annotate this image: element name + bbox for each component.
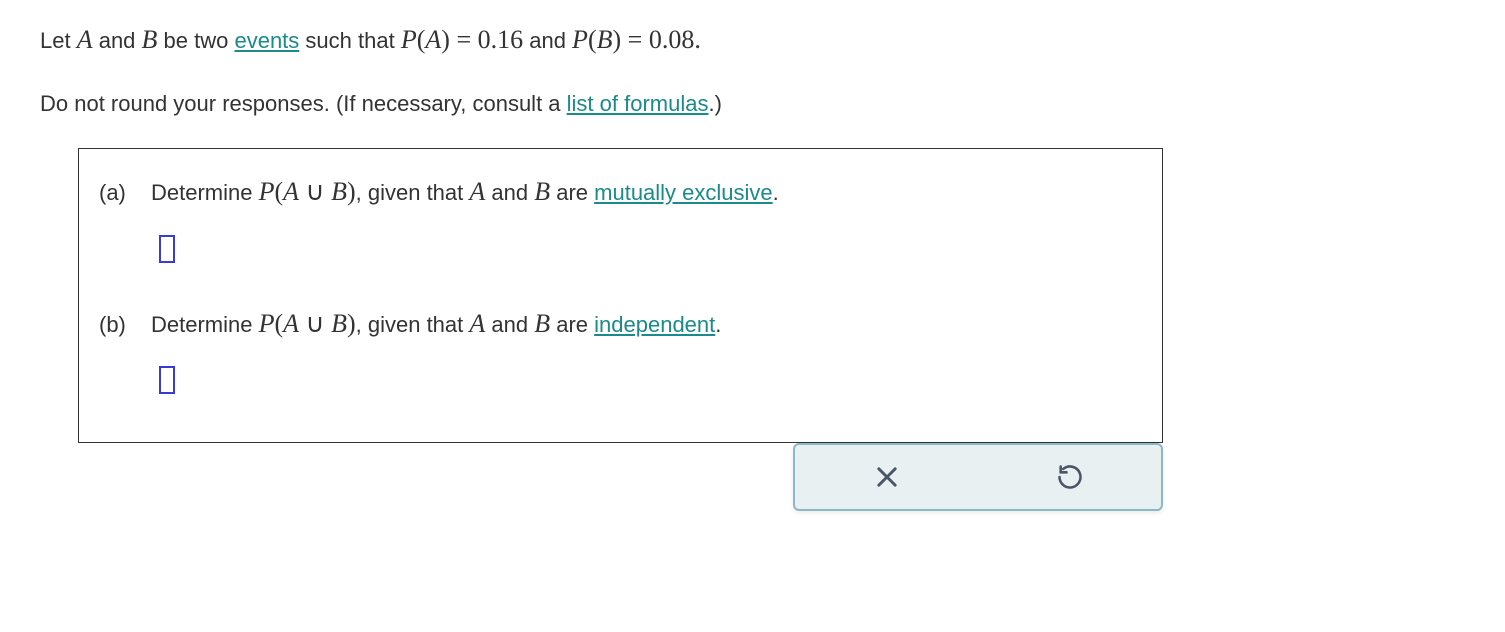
intro-mid3: such that <box>299 28 401 53</box>
part-a-mid: , given that <box>356 180 470 205</box>
pa-close: ) <box>441 25 450 54</box>
instruction-text2: .) <box>708 91 721 116</box>
pb-func: P <box>572 25 588 54</box>
part-b-a2: A <box>469 309 485 338</box>
intro-mid4: and <box>523 28 572 53</box>
part-a-text: Determine P(A ∪ B), given that A and B a… <box>151 171 779 213</box>
events-link[interactable]: events <box>234 28 299 53</box>
pb-open: ( <box>588 25 597 54</box>
intro-period: . <box>694 25 701 54</box>
intro-mid1: and <box>93 28 142 53</box>
intro-var-a: A <box>77 25 93 54</box>
part-b-b: B <box>331 309 347 338</box>
part-a-are: are <box>550 180 594 205</box>
part-b-label: (b) <box>99 307 139 342</box>
intro-prefix: Let <box>40 28 77 53</box>
part-b-open: ( <box>274 309 283 338</box>
part-a-union: ∪ <box>299 177 331 206</box>
part-b-a: A <box>283 309 299 338</box>
part-a-b: B <box>331 177 347 206</box>
part-b-text: Determine P(A ∪ B), given that A and B a… <box>151 303 721 345</box>
close-icon[interactable] <box>873 463 901 491</box>
part-b-mid: , given that <box>356 312 470 337</box>
part-a-p: P <box>259 177 275 206</box>
pa-val: 0.16 <box>478 25 524 54</box>
part-a-open: ( <box>274 177 283 206</box>
part-b: (b) Determine P(A ∪ B), given that A and… <box>99 303 1142 411</box>
part-a-pre: Determine <box>151 180 259 205</box>
part-b-pre: Determine <box>151 312 259 337</box>
part-b-p: P <box>259 309 275 338</box>
part-b-union: ∪ <box>299 309 331 338</box>
part-b-and: and <box>485 312 534 337</box>
answer-input-b[interactable] <box>159 366 175 394</box>
independent-link[interactable]: independent <box>594 312 715 337</box>
part-b-close: ) <box>347 309 356 338</box>
part-b-b2: B <box>534 309 550 338</box>
pa-var: A <box>425 25 441 54</box>
reset-icon[interactable] <box>1056 463 1084 491</box>
pb-eq: = <box>621 25 649 54</box>
instruction-line: Do not round your responses. (If necessa… <box>40 87 1465 120</box>
formulas-link[interactable]: list of formulas <box>567 91 709 116</box>
intro-line-1: Let A and B be two events such that P(A)… <box>40 20 1465 59</box>
pa-eq: = <box>450 25 478 54</box>
intro-mid2: be two <box>157 28 234 53</box>
part-a-a2: A <box>469 177 485 206</box>
button-bar <box>793 443 1163 511</box>
answer-input-a[interactable] <box>159 235 175 263</box>
part-a-label: (a) <box>99 175 139 210</box>
pb-close: ) <box>613 25 622 54</box>
part-b-are: are <box>550 312 594 337</box>
question-box: (a) Determine P(A ∪ B), given that A and… <box>78 148 1163 443</box>
instruction-text1: Do not round your responses. (If necessa… <box>40 91 567 116</box>
part-a-a: A <box>283 177 299 206</box>
part-a-period: . <box>773 180 779 205</box>
part-b-period: . <box>715 312 721 337</box>
part-a: (a) Determine P(A ∪ B), given that A and… <box>99 171 1142 299</box>
intro-var-b: B <box>142 25 158 54</box>
mutually-exclusive-link[interactable]: mutually exclusive <box>594 180 773 205</box>
part-a-b2: B <box>534 177 550 206</box>
part-a-and: and <box>485 180 534 205</box>
part-a-close: ) <box>347 177 356 206</box>
pb-var: B <box>597 25 613 54</box>
pb-val: 0.08 <box>649 25 695 54</box>
pa-func: P <box>401 25 417 54</box>
